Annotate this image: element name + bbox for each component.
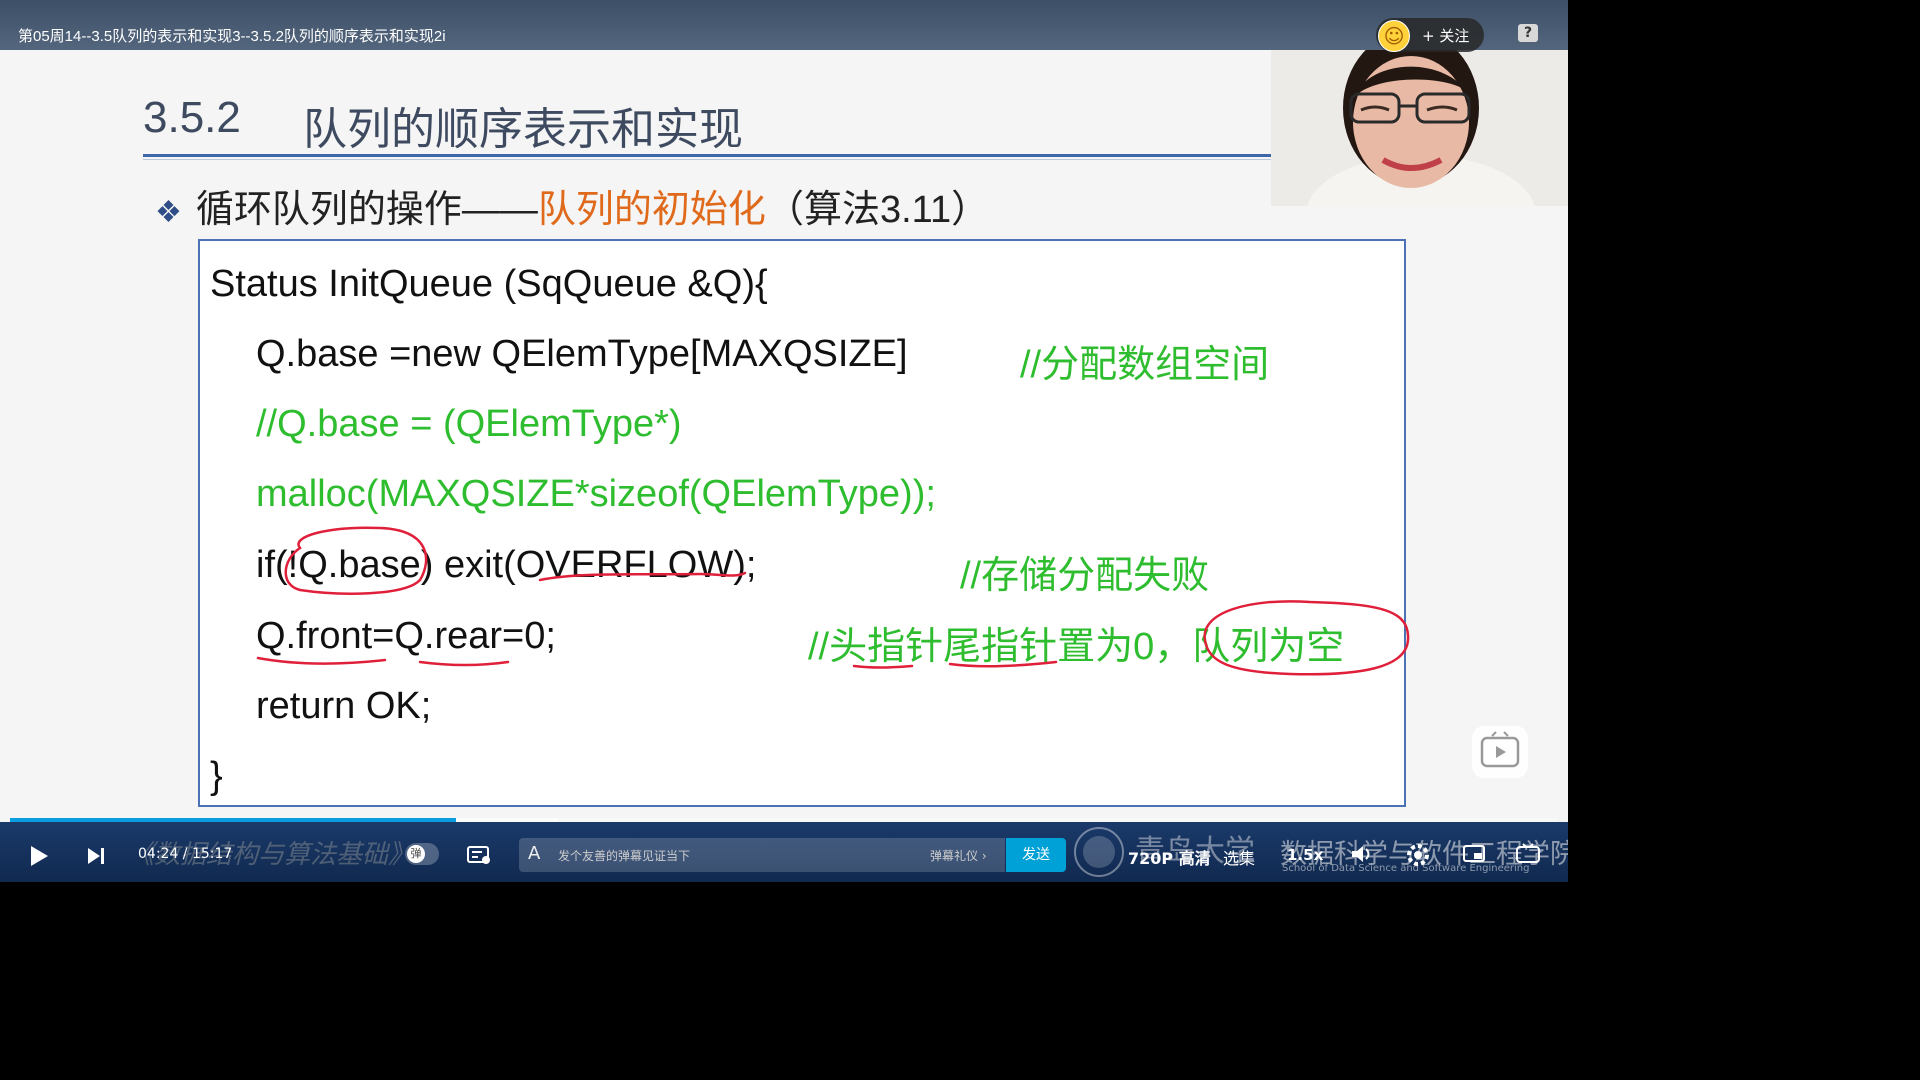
code-line-7: return OK;: [256, 685, 432, 727]
danmaku-placeholder[interactable]: 发个友善的弹幕见证当下: [558, 847, 690, 864]
code-comment-5: //存储分配失败: [960, 555, 1210, 597]
code-line-4: malloc(MAXQSIZE*sizeof(QElemType));: [256, 473, 936, 515]
section-number: 3.5.2: [143, 93, 241, 142]
quality-selector[interactable]: 720P 高清: [1128, 845, 1211, 869]
next-episode-icon[interactable]: [86, 845, 106, 871]
playback-speed[interactable]: 1.5x: [1287, 846, 1323, 864]
bullet-point: ❖ 循环队列的操作——队列的初始化（算法3.11）: [155, 178, 989, 233]
picture-in-picture-icon[interactable]: [1462, 843, 1488, 869]
video-player[interactable]: 3.5.2 队列的顺序表示和实现 ❖ 循环队列的操作——队列的初始化（算法3.11…: [0, 0, 1568, 882]
danmaku-etiquette-link[interactable]: 弹幕礼仪 ›: [930, 847, 987, 864]
mini-player-button[interactable]: [1472, 726, 1528, 778]
bullet-highlight: 队列的初始化: [537, 189, 766, 231]
danmaku-toggle-knob[interactable]: 弹: [407, 845, 425, 863]
code-line-5: if(!Q.base) exit(OVERFLOW);: [256, 544, 757, 586]
time-display: 04:24 / 15:17: [138, 846, 233, 862]
code-comment-6: //头指针尾指针置为0，队列为空: [808, 626, 1345, 668]
tv-play-icon: [1480, 731, 1520, 768]
code-line-8: }: [210, 755, 223, 797]
code-line-3: //Q.base = (QElemType*): [256, 403, 682, 445]
bullet-suffix: （算法3.11）: [765, 189, 990, 231]
uploader-avatar[interactable]: ☺: [1378, 20, 1410, 52]
university-seal-icon: [1074, 827, 1124, 877]
diamond-bullet-icon: ❖: [155, 196, 182, 229]
web-fullscreen-icon[interactable]: [1514, 842, 1542, 870]
slide-heading: 队列的顺序表示和实现: [303, 105, 743, 154]
danmaku-settings-icon[interactable]: [466, 844, 492, 870]
play-icon[interactable]: [28, 844, 50, 872]
danmaku-style-icon[interactable]: A: [528, 843, 540, 864]
episodes-button[interactable]: 选集: [1223, 845, 1255, 869]
volume-icon[interactable]: [1350, 843, 1374, 869]
send-danmaku-button[interactable]: 发送: [1006, 838, 1066, 872]
code-line-2: Q.base =new QElemType[MAXQSIZE]: [256, 333, 908, 375]
bullet-prefix: 循环队列的操作——: [195, 189, 538, 231]
follow-label[interactable]: + 关注: [1422, 25, 1469, 46]
code-line-1: Status InitQueue (SqQueue &Q){: [210, 263, 768, 305]
help-icon[interactable]: ?: [1518, 24, 1538, 42]
video-title: 第05周14--3.5队列的表示和实现3--3.5.2队列的顺序表示和实现2i: [18, 28, 446, 45]
code-comment-2: //分配数组空间: [1020, 344, 1270, 386]
settings-gear-icon[interactable]: [1405, 842, 1431, 872]
heading-divider: [143, 154, 1271, 157]
heading-divider-thin: [143, 159, 1271, 160]
title-bar: 第05周14--3.5队列的表示和实现3--3.5.2队列的顺序表示和实现2i: [0, 0, 1568, 50]
code-line-6: Q.front=Q.rear=0;: [256, 615, 556, 657]
